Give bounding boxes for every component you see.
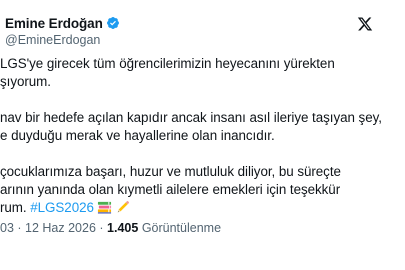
post-card: Emine Erdoğan @EmineErdogan LGS'ye girec… — [0, 0, 405, 270]
verified-badge-icon[interactable] — [106, 16, 120, 30]
text-line: e duyduğu merak ve hayallerine olan inan… — [0, 128, 275, 143]
post-meta: 03 · 12 Haz 2026 · 1.405 Görüntülenme — [0, 219, 221, 237]
books-icon — [97, 200, 112, 220]
text-line: şıyorum. — [0, 74, 51, 89]
post-paragraph: LGS'ye girecek tüm öğrencilerimizin heye… — [0, 55, 405, 91]
hashtag-link[interactable]: #LGS2026 — [30, 200, 94, 215]
text-line-last: rum. #LGS2026 — [0, 199, 405, 217]
post-timestamp[interactable]: 03 · 12 Haz 2026 — [0, 221, 96, 235]
views-label: Görüntülenme — [141, 221, 222, 235]
pencil-icon — [115, 200, 130, 220]
author-display-name[interactable]: Emine Erdoğan — [5, 16, 103, 31]
meta-separator: · — [99, 221, 104, 235]
author-handle[interactable]: @EmineErdogan — [5, 33, 405, 47]
last-line-text: rum. — [0, 200, 27, 215]
post-header: Emine Erdoğan @EmineErdogan — [5, 14, 405, 50]
text-line: çocuklarımıza başarı, huzur ve mutluluk … — [0, 164, 341, 179]
views-count: 1.405 — [107, 221, 139, 235]
post-text: LGS'ye girecek tüm öğrencilerimizin heye… — [0, 55, 405, 217]
post-paragraph: çocuklarımıza başarı, huzur ve mutluluk … — [0, 163, 405, 217]
text-line: nav bir hedefe açılan kapıdır ancak insa… — [0, 110, 382, 125]
x-logo-icon[interactable] — [357, 16, 373, 32]
author-name-row: Emine Erdoğan — [5, 14, 405, 32]
text-line: arının yanında olan kıymetli ailelere em… — [0, 182, 341, 197]
text-line: LGS'ye girecek tüm öğrencilerimizin heye… — [0, 56, 335, 71]
post-paragraph: nav bir hedefe açılan kapıdır ancak insa… — [0, 109, 405, 145]
